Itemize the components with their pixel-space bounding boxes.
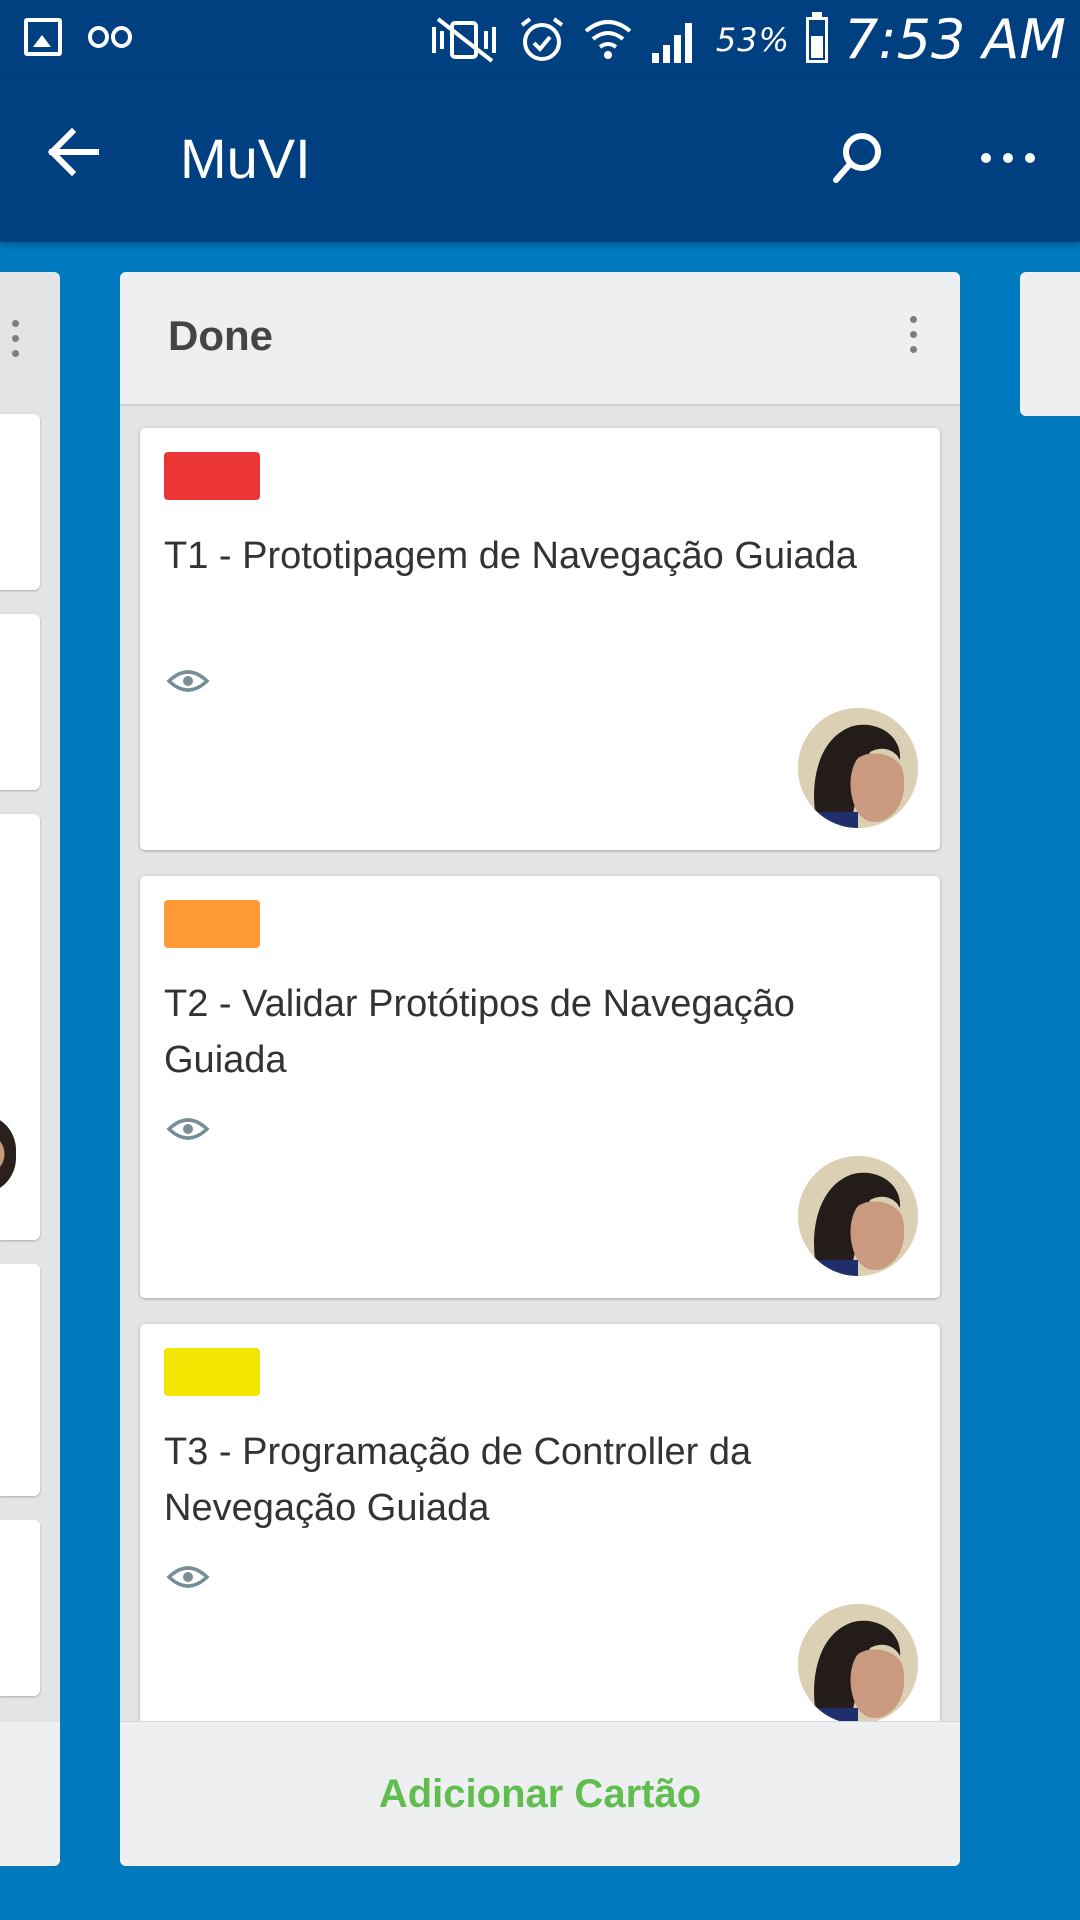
search-icon — [833, 133, 881, 183]
list-header: Done — [120, 272, 960, 406]
list-done: Done T1 - Prototipagem de Navegação Guia… — [120, 272, 960, 1866]
member-avatar[interactable] — [798, 1156, 918, 1276]
card[interactable]: T1 - Prototipagem de Navegação Guiada — [140, 428, 940, 850]
board-title: MuVI — [180, 127, 311, 190]
eye-icon — [166, 1566, 210, 1588]
more-options-button[interactable] — [976, 126, 1046, 196]
battery-percent: 53% — [715, 20, 791, 59]
wifi-icon — [584, 19, 632, 59]
list-footer[interactable] — [0, 1722, 60, 1866]
card-label — [164, 1348, 260, 1396]
list-card[interactable] — [0, 414, 40, 590]
back-arrow-icon — [47, 127, 99, 177]
card[interactable]: T3 - Programação de Controller da Nevega… — [140, 1324, 940, 1746]
list-card[interactable] — [0, 1264, 40, 1496]
more-vertical-icon — [910, 316, 918, 353]
member-avatar[interactable] — [798, 1604, 918, 1724]
next-list[interactable] — [1020, 272, 1080, 416]
battery-icon — [806, 11, 829, 63]
card-title: T3 - Programação de Controller da Nevega… — [164, 1431, 752, 1529]
list-card[interactable] — [0, 814, 40, 1240]
gallery-icon — [24, 18, 62, 56]
list-menu-icon — [12, 320, 20, 357]
vibrate-off-icon — [431, 16, 496, 63]
eye-icon — [166, 1118, 210, 1140]
signal-icon — [651, 22, 692, 63]
eye-icon — [166, 670, 210, 692]
card-label — [164, 452, 260, 500]
alarm-icon — [520, 16, 564, 61]
avatar-photo — [798, 1156, 918, 1276]
list-card[interactable] — [0, 614, 40, 790]
add-card-label: Adicionar Cartão — [378, 1771, 702, 1816]
voicemail-icon — [88, 18, 132, 56]
back-button[interactable] — [44, 122, 124, 192]
card-label — [164, 900, 260, 948]
previous-list[interactable] — [0, 272, 60, 1866]
card-title: T1 - Prototipagem de Navegação Guiada — [164, 535, 857, 577]
avatar — [0, 1114, 16, 1194]
clock: 7:53 AM — [844, 8, 1066, 71]
list-menu-button[interactable] — [892, 312, 936, 368]
status-bar: 53% 7:53 AM — [0, 0, 1080, 76]
more-horizontal-icon — [981, 153, 1035, 163]
member-avatar[interactable] — [798, 708, 918, 828]
add-card-button[interactable]: Adicionar Cartão — [120, 1721, 960, 1866]
app-bar: MuVI — [0, 76, 1080, 242]
search-button[interactable] — [826, 126, 896, 196]
avatar-photo — [798, 1604, 918, 1724]
card[interactable]: T2 - Validar Protótipos de Navegação Gui… — [140, 876, 940, 1298]
card-title: T2 - Validar Protótipos de Navegação Gui… — [164, 983, 795, 1081]
list-title: Done — [168, 312, 273, 359]
list-card[interactable] — [0, 1520, 40, 1696]
avatar-photo — [798, 708, 918, 828]
